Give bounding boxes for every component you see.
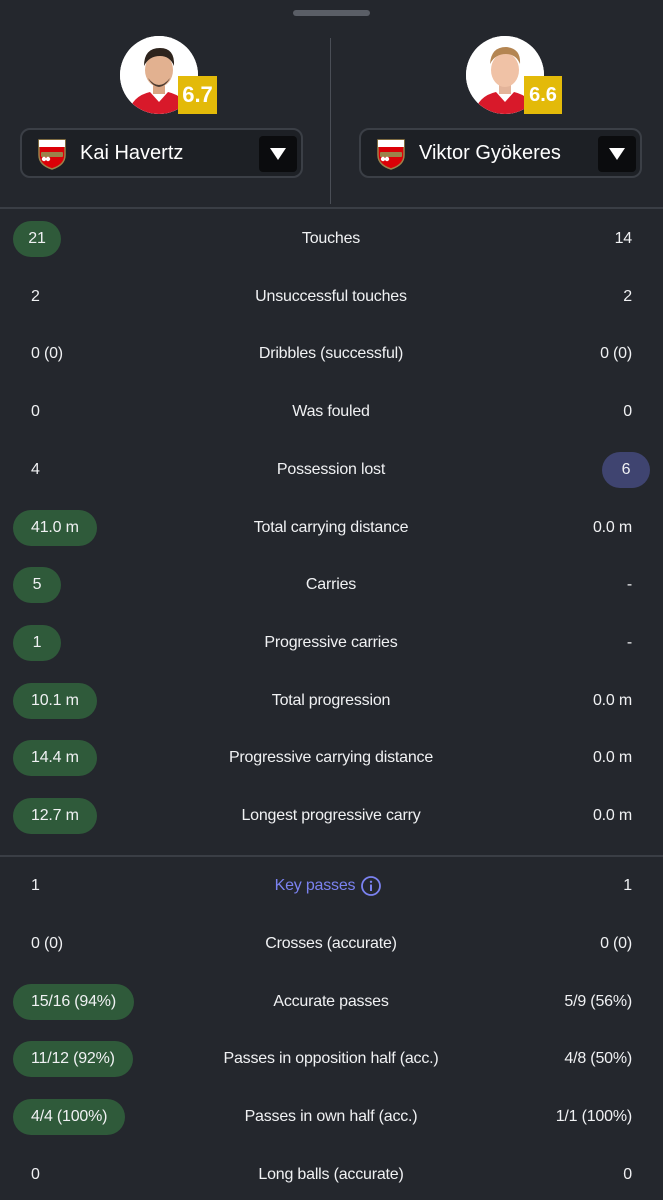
stat-label: Long balls (accurate) [258,1166,404,1183]
stat-label: Accurate passes [273,993,389,1010]
stat-row: 5 Carries - [0,565,663,605]
stat-label: Total carrying distance [253,519,409,536]
left-value: 2 [31,288,40,305]
drag-handle[interactable] [293,10,370,16]
right-value: 6 [602,452,650,488]
left-value: 4 [31,461,40,478]
right-value: 0 (0) [600,935,632,952]
rating-badge: 6.7 [178,76,217,114]
right-value: 0 [623,403,632,420]
stat-row: 1 Key passes 1 [0,866,663,906]
stat-row: 0 Was fouled 0 [0,392,663,432]
stat-label: Possession lost [276,461,386,478]
left-value: 10.1 m [13,683,97,719]
stat-label: Unsuccessful touches [255,288,407,305]
player-name: Viktor Gyökeres [419,142,561,164]
right-value: 0.0 m [592,807,632,824]
right-value: 1 [623,877,632,894]
left-value: 15/16 (94%) [13,984,134,1020]
rating-badge: 6.6 [524,76,562,114]
stat-row: 41.0 m Total carrying distance 0.0 m [0,508,663,548]
stat-row: 12.7 m Longest progressive carry 0.0 m [0,796,663,836]
left-value: 0 (0) [31,345,63,362]
info-icon[interactable] [361,876,381,896]
right-value: - [626,576,632,593]
stat-row: 0 Long balls (accurate) 0 [0,1155,663,1195]
stat-row: 11/12 (92%) Passes in opposition half (a… [0,1039,663,1079]
left-value: 0 [31,1166,40,1183]
chevron-down-icon [270,148,286,160]
right-value: - [626,634,632,651]
stat-label: Passes in own half (acc.) [244,1108,418,1125]
stat-row: 2 Unsuccessful touches 2 [0,277,663,317]
stat-label: Dribbles (successful) [258,345,404,362]
stat-label: Progressive carries [264,634,398,651]
right-value: 14 [614,230,633,247]
right-value: 4/8 (50%) [564,1050,632,1067]
stat-row: 10.1 m Total progression 0.0 m [0,681,663,721]
stat-label: Touches [301,230,361,247]
arsenal-crest-icon [377,139,405,170]
stat-label: Progressive carrying distance [228,749,434,766]
left-value: 5 [13,567,61,603]
stat-row: 0 (0) Dribbles (successful) 0 (0) [0,334,663,374]
left-value: 1 [31,877,40,894]
right-value: 0.0 m [592,749,632,766]
column-divider [330,38,331,204]
left-value: 1 [13,625,61,661]
key-passes-link[interactable]: Key passes [181,866,449,906]
dropdown-button[interactable] [598,136,636,172]
section-divider [0,207,663,209]
left-value: 21 [13,221,61,257]
stat-label: Total progression [271,692,391,709]
player-right: 6.6 Viktor Gyökeres [359,36,642,196]
player-name: Kai Havertz [80,142,184,164]
stat-label: Passes in opposition half (acc.) [223,1050,439,1067]
right-value: 0 (0) [600,345,632,362]
section-divider [0,855,663,857]
left-value: 0 (0) [31,935,63,952]
left-value: 11/12 (92%) [13,1041,133,1077]
stat-row: 14.4 m Progressive carrying distance 0.0… [0,738,663,778]
chevron-down-icon [609,148,625,160]
stat-row: 4/4 (100%) Passes in own half (acc.) 1/1… [0,1097,663,1137]
stat-label: Carries [305,576,357,593]
left-value: 41.0 m [13,510,97,546]
stat-row: 0 (0) Crosses (accurate) 0 (0) [0,924,663,964]
left-value: 12.7 m [13,798,97,834]
player-compare-header: 6.7 Kai Havertz 6.6 Viktor Gyökeres [0,36,663,206]
stat-label: Was fouled [292,403,370,420]
right-value: 5/9 (56%) [564,993,632,1010]
dropdown-button[interactable] [259,136,297,172]
stat-row: 21 Touches 14 [0,219,663,259]
right-value: 1/1 (100%) [555,1108,632,1125]
player-left: 6.7 Kai Havertz [20,36,303,196]
stat-row: 15/16 (94%) Accurate passes 5/9 (56%) [0,982,663,1022]
right-value: 0.0 m [592,692,632,709]
player-selector-dropdown[interactable]: Kai Havertz [20,128,303,178]
stat-row: 1 Progressive carries - [0,623,663,663]
stat-label: Crosses (accurate) [265,935,397,952]
stat-row: 4 Possession lost 6 [0,450,663,490]
left-value: 0 [31,403,40,420]
player-selector-dropdown[interactable]: Viktor Gyökeres [359,128,642,178]
stat-label: Longest progressive carry [241,807,421,824]
left-value: 4/4 (100%) [13,1099,126,1135]
arsenal-crest-icon [38,139,66,170]
right-value: 2 [623,288,632,305]
right-value: 0 [623,1166,632,1183]
left-value: 14.4 m [13,740,97,776]
right-value: 0.0 m [592,519,632,536]
